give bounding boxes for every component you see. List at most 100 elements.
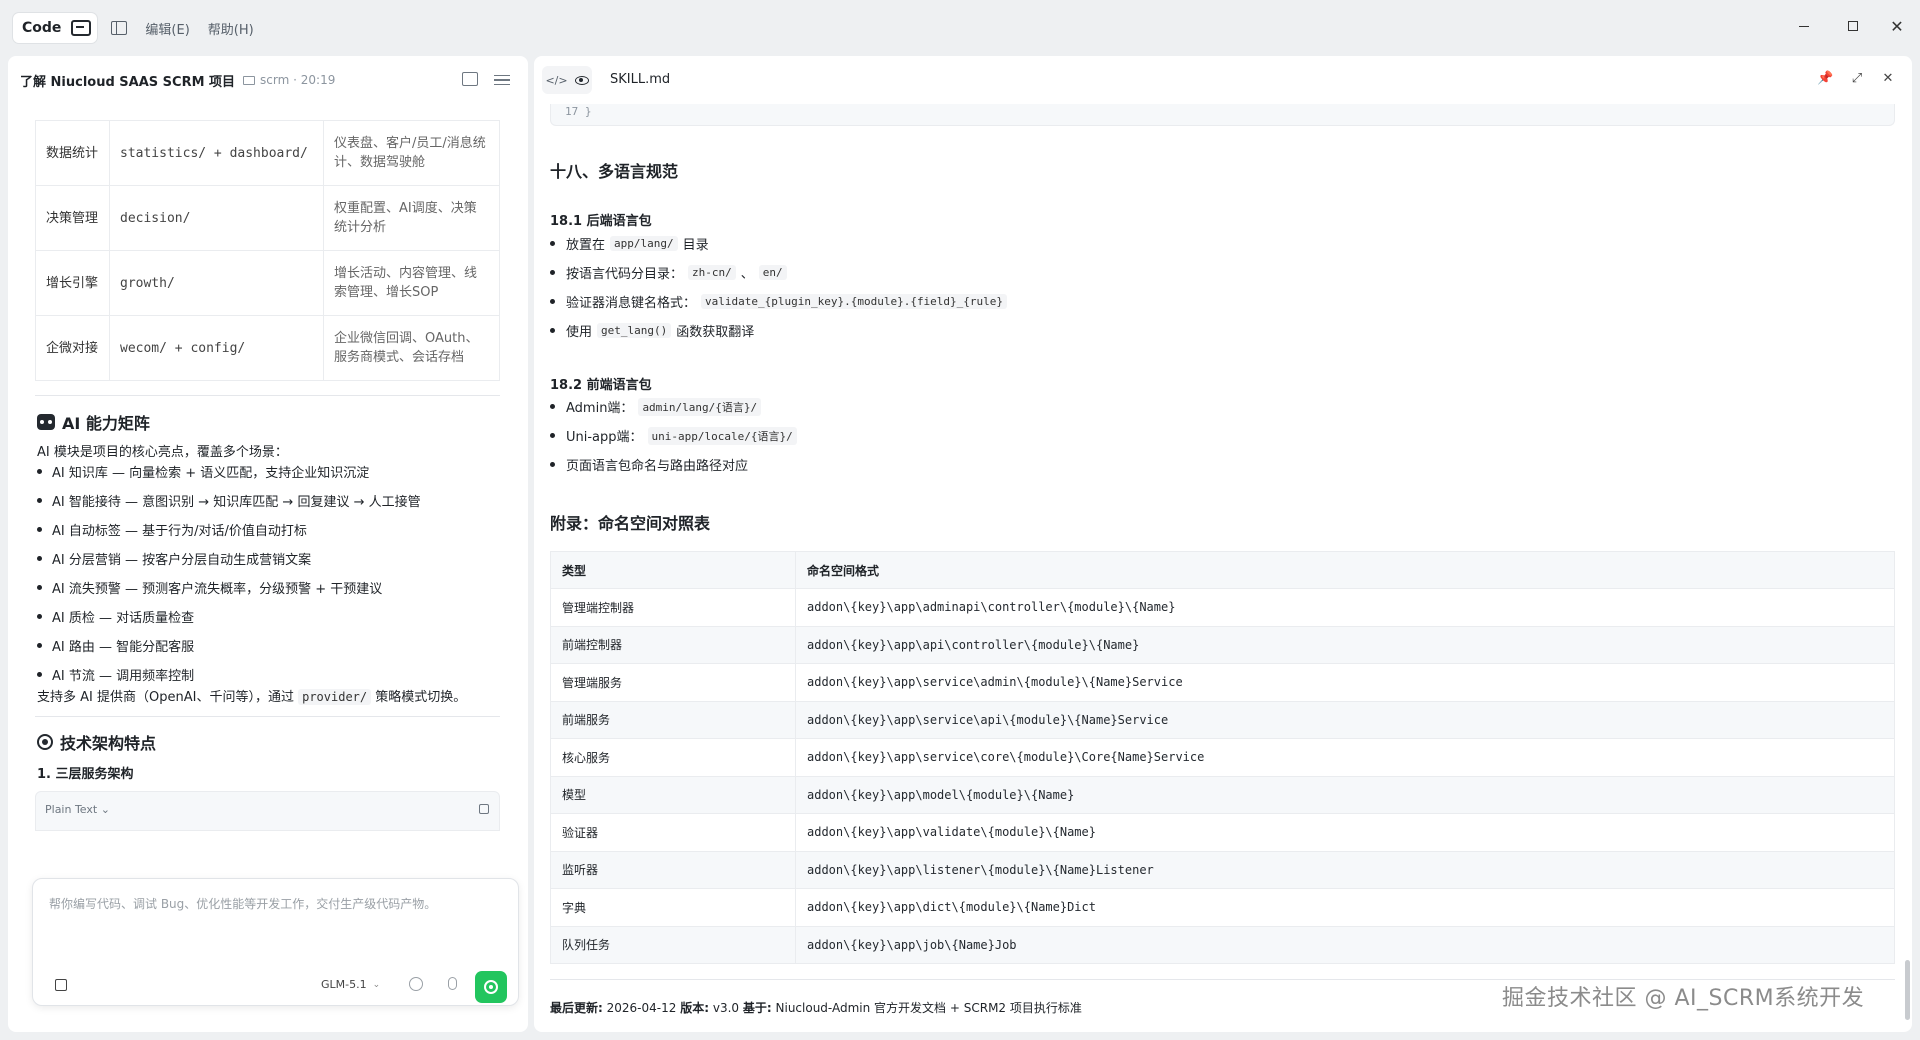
based-label: 基于:	[742, 1001, 772, 1015]
table-header-row: 类型 命名空间格式	[550, 551, 1895, 589]
chat-composer: GLM-5.1 ⌄	[32, 878, 519, 1006]
module-table: 数据统计 statistics/ + dashboard/仪表盘、客户/员工/消息…	[35, 120, 500, 381]
outline-icon[interactable]	[494, 72, 510, 86]
list-item: Admin端： admin/lang/{语言}/	[550, 392, 802, 421]
model-name[interactable]: GLM-5.1	[321, 978, 367, 991]
close-window-icon[interactable]: ✕	[1885, 14, 1909, 38]
preview-header: </> SKILL.md 📌 ⤢ ✕	[534, 56, 1912, 104]
send-button[interactable]	[475, 971, 507, 1003]
appendix-heading: 附录：命名空间对照表	[550, 514, 711, 533]
chevron-down-icon[interactable]: ⌄	[373, 980, 381, 990]
list-item: AI 自动标签 — 基于行为/对话/价值自动打标	[37, 515, 421, 544]
based-value: Niucloud-Admin 官方开发文档 + SCRM2 项目执行标准	[775, 1001, 1082, 1015]
type-cell: 管理端服务	[550, 663, 796, 702]
table-row: 核心服务 addon\{key}\app\service\core\{module…	[550, 738, 1895, 777]
type-cell: 队列任务	[550, 925, 796, 964]
session-meta: scrm · 20:19	[260, 73, 336, 87]
list-text: 使用	[566, 325, 593, 340]
backend-lang-heading: 18.1 后端语言包	[550, 214, 652, 229]
mic-icon[interactable]	[448, 977, 457, 990]
list-item: 使用 get_lang() 函数获取翻译	[550, 316, 1012, 345]
ai-section-title: AI 能力矩阵	[62, 414, 150, 433]
table-row: 数据统计 statistics/ + dashboard/仪表盘、客户/员工/消息…	[35, 120, 500, 186]
list-text: 目录	[682, 238, 709, 253]
table-row: 验证器 addon\{key}\app\validate\{module}\{Na…	[550, 813, 1895, 852]
list-item: 放置在 app/lang/目录	[550, 229, 1012, 258]
file-preview-panel: </> SKILL.md 📌 ⤢ ✕ 17 } 十八、多语言规范 18.1 后端…	[534, 56, 1912, 1032]
watermark: 掘金技术社区 @ AI_SCRM系统开发	[1502, 986, 1865, 1011]
updated-label: 最后更新:	[550, 1001, 603, 1015]
table-row: 模型 addon\{key}\app\model\{module}\{Name}	[550, 775, 1895, 814]
code-block-header: Plain Text ⌄	[35, 791, 500, 831]
arch-section-heading: 技术架构特点	[37, 730, 156, 754]
namespace-table: 类型 命名空间格式 管理端控制器 addon\{key}\app\adminapi…	[550, 551, 1895, 964]
list-text: 放置在	[566, 238, 606, 253]
type-cell: 验证器	[550, 813, 796, 852]
code-view-icon[interactable]: </>	[545, 74, 567, 87]
code-language-select[interactable]: Plain Text ⌄	[45, 803, 110, 816]
minimize-icon[interactable]	[1792, 14, 1816, 38]
sidebar-toggle-icon[interactable]	[111, 21, 128, 35]
mode-switcher[interactable]: Code	[13, 13, 98, 43]
namespace-cell: addon\{key}\app\listener\{module}\{Name}…	[795, 850, 1895, 889]
chat-panel: 了解 Niucloud SAAS SCRM 项目 scrm · 20:19 数据…	[8, 56, 528, 1032]
terminal-icon[interactable]	[71, 20, 92, 36]
pin-icon[interactable]: 📌	[1817, 72, 1833, 86]
namespace-cell: addon\{key}\app\service\core\{module}\Co…	[795, 738, 1895, 777]
attach-icon[interactable]	[55, 979, 67, 991]
type-cell: 前端控制器	[550, 625, 796, 664]
version-label: 版本:	[680, 1001, 710, 1015]
type-cell: 监听器	[550, 850, 796, 889]
table-row: 队列任务 addon\{key}\app\job\{Name}Job	[550, 925, 1895, 964]
namespace-cell: addon\{key}\app\service\admin\{module}\{…	[795, 663, 1895, 702]
copy-icon[interactable]	[479, 804, 489, 814]
list-item: AI 流失预警 — 预测客户流失概率，分级预警 + 干预建议	[37, 573, 421, 602]
backend-lang-list: 放置在 app/lang/目录 按语言代码分目录： zh-cn/ 、 en/验证器消息键名…	[550, 229, 1012, 345]
list-text: 、	[740, 267, 754, 282]
arch-subtitle: 1. 三层服务架构	[37, 767, 134, 782]
chat-header: 了解 Niucloud SAAS SCRM 项目 scrm · 20:19	[8, 56, 528, 104]
table-row: 字典 addon\{key}\app\dict\{module}\{Name}Di…	[550, 888, 1895, 927]
close-icon[interactable]: ✕	[1881, 72, 1895, 86]
module-name: 数据统计	[35, 120, 110, 186]
list-item: AI 知识库 — 向量检索 + 语义匹配，支持企业知识沉淀	[37, 457, 421, 486]
doc-footer: 最后更新: 2026-04-12 版本: v3.0 基于: Niucloud-A…	[550, 999, 1082, 1016]
scrollbar[interactable]	[1905, 960, 1910, 1020]
provider-code: provider/	[298, 689, 372, 705]
namespace-cell: addon\{key}\app\api\controller\{module}\…	[795, 625, 1895, 664]
chat-bubble-icon[interactable]	[409, 977, 423, 991]
table-row: 管理端服务 addon\{key}\app\service\admin\{modu…	[550, 663, 1895, 702]
gear-icon	[37, 734, 53, 750]
folder-icon	[243, 75, 256, 85]
divider	[35, 716, 500, 717]
file-name: SKILL.md	[610, 72, 671, 87]
table-row: 管理端控制器 addon\{key}\app\adminapi\controlle…	[550, 588, 1895, 627]
maximize-icon[interactable]	[1841, 14, 1865, 38]
inline-code: validate_{plugin_key}.{module}.{field}_{…	[701, 294, 1008, 309]
module-desc: 权重配置、AI调度、决策统计分析	[323, 185, 500, 251]
code-mode-label[interactable]: Code	[22, 20, 61, 36]
list-text: 按语言代码分目录：	[566, 267, 684, 282]
column-header-namespace: 命名空间格式	[795, 551, 1895, 589]
list-text: 页面语言包命名与路由路径对应	[566, 459, 749, 474]
terminal-panel-icon[interactable]	[462, 72, 478, 86]
expand-icon[interactable]: ⤢	[1850, 72, 1864, 86]
provider-text-post: 策略模式切换。	[375, 690, 467, 705]
type-cell: 核心服务	[550, 738, 796, 777]
inline-code: get_lang()	[597, 323, 672, 338]
chat-input[interactable]	[49, 897, 509, 911]
code-line: 17 }	[565, 105, 592, 118]
menu-edit[interactable]: 编辑(E)	[145, 19, 189, 38]
list-item: AI 智能接待 — 意图识别 → 知识库匹配 → 回复建议 → 人工接管	[37, 486, 421, 515]
list-text: 函数获取翻译	[676, 325, 755, 340]
menu-help[interactable]: 帮助(H)	[208, 19, 254, 38]
type-cell: 前端服务	[550, 700, 796, 739]
table-row: 企微对接 wecom/ + config/企业微信回调、OAuth、服务商模式、会…	[35, 315, 500, 381]
inline-code: uni-app/locale/{语言}/	[647, 426, 797, 445]
view-toggle[interactable]: </>	[542, 66, 592, 94]
type-cell: 管理端控制器	[550, 588, 796, 627]
eye-icon[interactable]	[574, 75, 589, 85]
inline-code: zh-cn/	[688, 265, 736, 280]
model-selector[interactable]: GLM-5.1 ⌄	[321, 978, 380, 991]
type-cell: 字典	[550, 888, 796, 927]
